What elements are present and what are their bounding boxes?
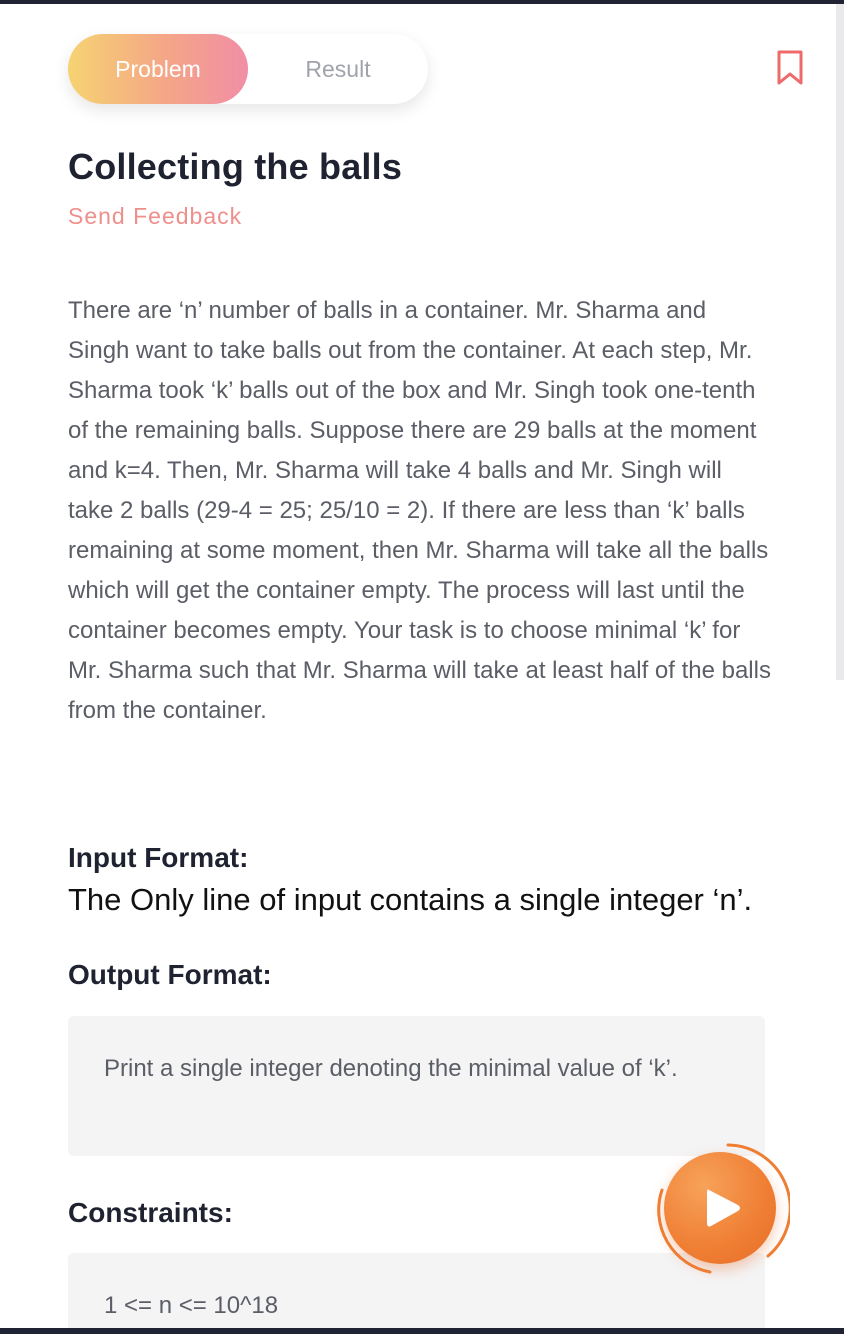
constraints-heading: Constraints:	[68, 1197, 233, 1228]
bookmark-icon[interactable]	[776, 50, 804, 86]
tab-switcher: Problem Result	[68, 34, 428, 104]
output-format-box: Print a single integer denoting the mini…	[68, 1016, 765, 1156]
scrollbar[interactable]	[836, 4, 844, 680]
bottom-bar	[0, 1328, 844, 1334]
input-format-heading: Input Format:	[68, 842, 249, 873]
tab-result[interactable]: Result	[248, 34, 428, 104]
output-format-text: Print a single integer denoting the mini…	[104, 1055, 678, 1082]
run-button[interactable]	[650, 1138, 790, 1278]
tab-problem[interactable]: Problem	[68, 34, 248, 104]
output-format-heading: Output Format:	[68, 959, 272, 990]
play-icon	[707, 1189, 740, 1227]
top-bar	[0, 0, 844, 4]
problem-description: There are ‘n’ number of balls in a conta…	[68, 297, 771, 724]
problem-title: Collecting the balls	[68, 146, 403, 187]
input-format-text: The Only line of input contains a single…	[68, 882, 753, 917]
constraints-text: 1 <= n <= 10^18	[104, 1292, 279, 1319]
send-feedback-link[interactable]: Send Feedback	[68, 203, 242, 230]
